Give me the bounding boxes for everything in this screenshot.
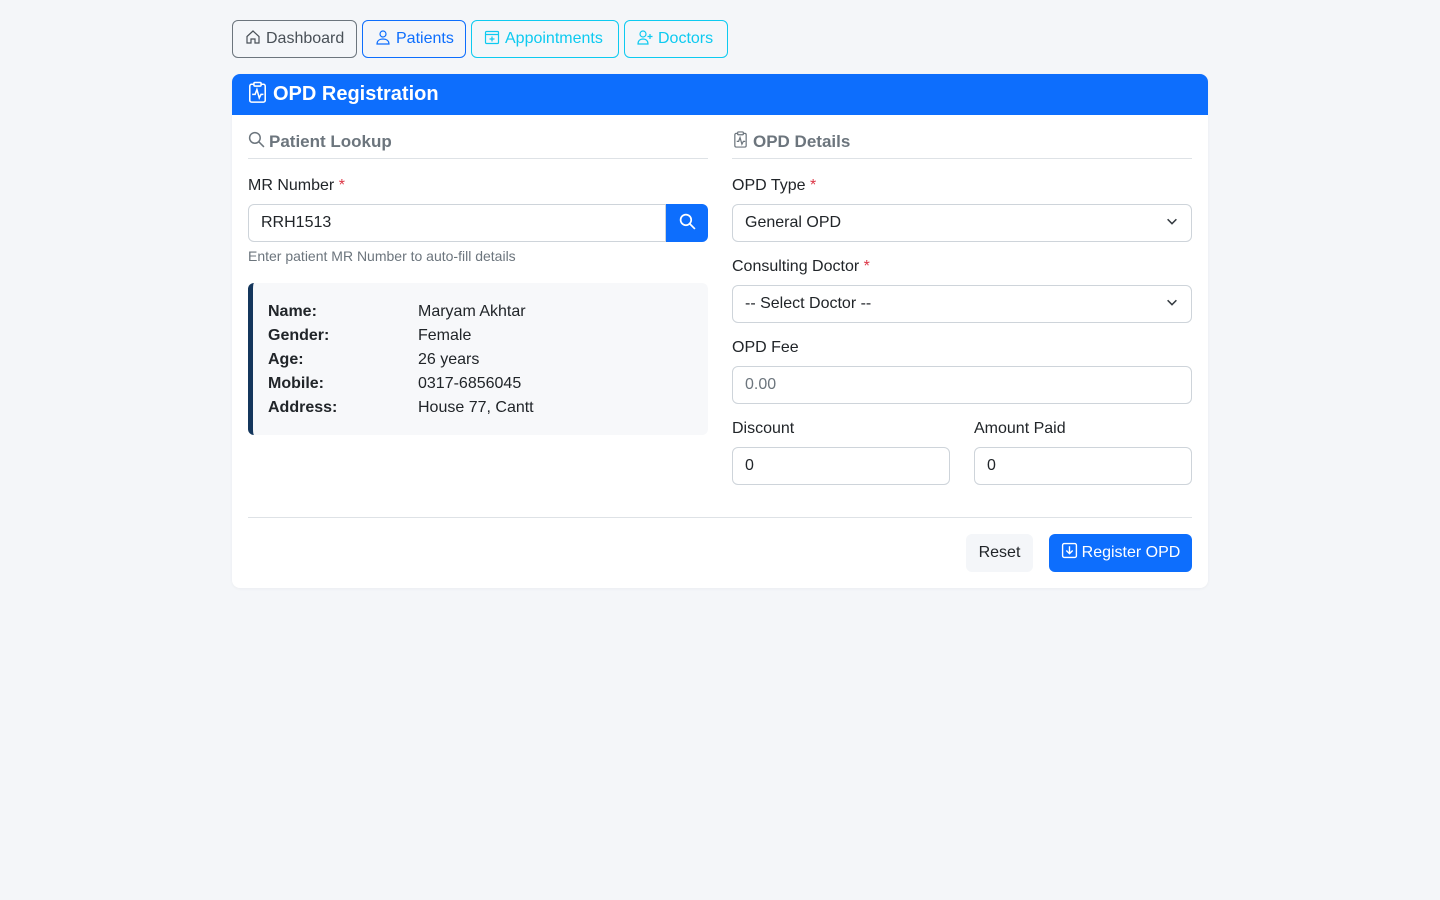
mr-number-label-text: MR Number [248,177,335,194]
calendar-plus-icon [484,29,500,50]
home-icon [245,29,261,50]
reset-button[interactable]: Reset [966,534,1033,572]
patient-value: Maryam Akhtar [418,303,526,320]
patient-key: Gender: [268,327,330,344]
patient-key: Mobile: [268,375,324,392]
consulting-doctor-value: -- Select Doctor -- [745,295,872,312]
amount-paid-input[interactable]: 0 [974,447,1192,485]
nav-patients-button[interactable]: Patients [362,20,466,58]
card-body: Patient Lookup MR Number * RRH1513 Enter… [232,115,1208,588]
patient-row-age: Age: 26 years [268,348,693,372]
nav-doctors-label: Doctors [658,30,714,47]
amount-paid-field: Amount Paid 0 [974,420,1192,485]
opd-registration-card: OPD Registration Patient Lookup MR Numbe… [232,74,1208,588]
opd-type-field: OPD Type * General OPD [732,177,1192,242]
required-mark: * [809,177,817,194]
clipboard-pulse-icon [732,130,749,153]
consulting-doctor-field: Consulting Doctor * -- Select Doctor -- [732,258,1192,323]
nav-doctors-button[interactable]: Doctors [624,20,728,58]
discount-label: Discount [732,420,795,437]
opd-details-column: OPD Details OPD Type * General OPD Consu… [732,130,1192,501]
opd-type-label-text: OPD Type [732,177,806,194]
discount-field: Discount 0 [732,420,950,485]
patient-key: Address: [268,399,338,416]
patient-lookup-title: Patient Lookup [269,131,392,151]
consulting-doctor-label-text: Consulting Doctor [732,258,860,275]
nav-patients-label: Patients [396,30,454,47]
consulting-doctor-label: Consulting Doctor * [732,258,1192,276]
patient-row-address: Address: House 77, Cantt [268,396,693,420]
opd-details-heading: OPD Details [732,130,1192,159]
person-icon [375,29,391,50]
patient-value: House 77, Cantt [418,399,534,416]
chevron-down-icon [1165,214,1179,233]
form-actions: Reset Register OPD [248,534,1192,572]
chevron-down-icon [1165,295,1179,314]
opd-type-value: General OPD [745,214,842,231]
register-opd-label: Register OPD [1081,544,1181,561]
mr-search-button[interactable] [666,204,708,242]
nav-appointments-label: Appointments [505,30,603,47]
clipboard-pulse-icon [248,81,267,109]
patient-value: 26 years [418,351,480,368]
search-icon [248,131,265,153]
patient-row-name: Name: Maryam Akhtar [268,300,693,324]
patient-row-gender: Gender: Female [268,324,693,348]
save-icon [1061,542,1078,564]
person-plus-icon [637,29,653,50]
payment-row: Discount 0 Amount Paid 0 [732,420,1192,501]
mr-number-label: MR Number * [248,177,708,195]
card-title: OPD Registration [273,83,439,105]
discount-input[interactable]: 0 [732,447,950,485]
opd-fee-input[interactable]: 0.00 [732,366,1192,404]
patient-lookup-heading: Patient Lookup [248,131,708,159]
nav-dashboard-button[interactable]: Dashboard [232,20,357,58]
patient-key: Age: [268,351,304,368]
patient-row-mobile: Mobile: 0317-6856045 [268,372,693,396]
patient-value: 0317-6856045 [418,375,522,392]
patient-info-card: Name: Maryam Akhtar Gender: Female Age: … [248,283,708,435]
card-header: OPD Registration [232,74,1208,115]
register-opd-button[interactable]: Register OPD [1049,534,1192,572]
search-icon [679,213,696,233]
opd-type-select[interactable]: General OPD [732,204,1192,242]
patient-key: Name: [268,303,317,320]
mr-help-text: Enter patient MR Number to auto-fill det… [248,248,516,264]
opd-fee-label: OPD Fee [732,339,799,356]
top-nav: Dashboard Patients Appointments Doctors [232,20,1208,58]
required-mark: * [863,258,870,275]
opd-type-label: OPD Type * [732,177,1192,195]
required-mark: * [338,177,345,194]
patient-value: Female [418,327,472,344]
patient-lookup-column: Patient Lookup MR Number * RRH1513 Enter… [248,131,708,501]
opd-details-title: OPD Details [753,131,851,151]
mr-number-input-group: RRH1513 [248,204,708,242]
opd-fee-field: OPD Fee 0.00 [732,339,1192,404]
mr-number-input[interactable]: RRH1513 [248,204,666,242]
page-container: Dashboard Patients Appointments Doctors [232,20,1208,588]
nav-appointments-button[interactable]: Appointments [471,20,619,58]
consulting-doctor-select[interactable]: -- Select Doctor -- [732,285,1192,323]
form-divider [248,517,1192,518]
nav-dashboard-label: Dashboard [266,30,345,47]
amount-paid-label: Amount Paid [974,420,1066,437]
